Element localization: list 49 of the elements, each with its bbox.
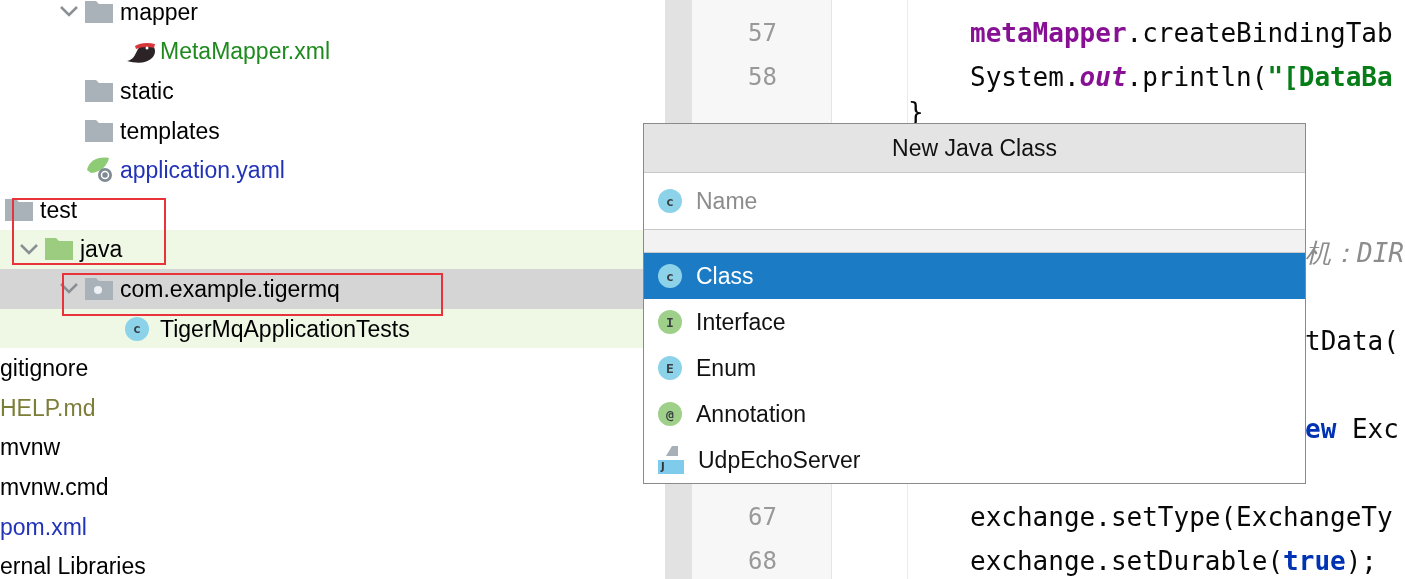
tree-label: ernal Libraries [0, 555, 146, 578]
tree-label: mapper [120, 0, 198, 23]
chevron-down-icon[interactable] [60, 6, 78, 18]
line-number: 57 [748, 19, 777, 47]
menu-item[interactable]: J UdpEchoServer [644, 437, 1305, 483]
code-line: exchange.setType(ExchangeTy [970, 502, 1393, 532]
chevron-down-icon[interactable] [60, 283, 78, 295]
code-line: System.out.println("[DataBa [970, 62, 1393, 92]
class-icon: I [658, 310, 682, 334]
folder-icon [85, 0, 113, 23]
code-line: 机：DIR [1305, 236, 1404, 270]
chevron-down-icon[interactable] [20, 243, 38, 255]
tree-label: MetaMapper.xml [160, 40, 330, 63]
tree-row[interactable]: static [0, 71, 665, 111]
class-icon: c [658, 189, 682, 213]
folder-icon [85, 80, 113, 102]
class-icon: @ [658, 402, 682, 426]
tree-row[interactable]: mapper [0, 0, 665, 32]
line-number: 68 [748, 547, 777, 575]
tree-label: java [80, 238, 123, 261]
class-icon: c [125, 316, 149, 341]
tree-row[interactable]: pom.xml [0, 506, 665, 547]
code-line: exchange.setDurable(true); [970, 546, 1377, 576]
tree-label: HELP.md [0, 396, 96, 419]
code-line: metaMapper.createBindingTab [970, 18, 1393, 48]
tree-label: pom.xml [0, 515, 87, 538]
tree-label: static [120, 80, 174, 102]
class-icon: E [658, 356, 682, 380]
tree-row[interactable]: MetaMapper.xml [0, 31, 665, 72]
menu-item[interactable]: c Class [644, 253, 1305, 299]
leaf-icon [85, 156, 115, 185]
package-icon [85, 277, 113, 300]
dialog-title: New Java Class [644, 124, 1305, 173]
class-icon: c [658, 264, 682, 288]
tree-label: gitignore [0, 357, 89, 380]
folder-icon [45, 238, 73, 261]
code-line: tData( [1305, 326, 1399, 356]
tree-label: TigerMqApplicationTests [160, 317, 410, 340]
line-number: 58 [748, 63, 777, 91]
tree-label: templates [120, 119, 220, 142]
name-field[interactable]: Name [696, 173, 1305, 229]
tree-label: test [40, 198, 78, 221]
folder-icon [85, 119, 113, 142]
tree-row[interactable]: ernal Libraries [0, 546, 665, 579]
tree-label: com.example.tigermq [120, 277, 340, 300]
tree-label: application.yaml [120, 159, 285, 182]
menu-item[interactable]: @ Annotation [644, 391, 1305, 437]
line-number: 67 [748, 503, 777, 531]
code-line: ew Exc [1305, 414, 1399, 444]
